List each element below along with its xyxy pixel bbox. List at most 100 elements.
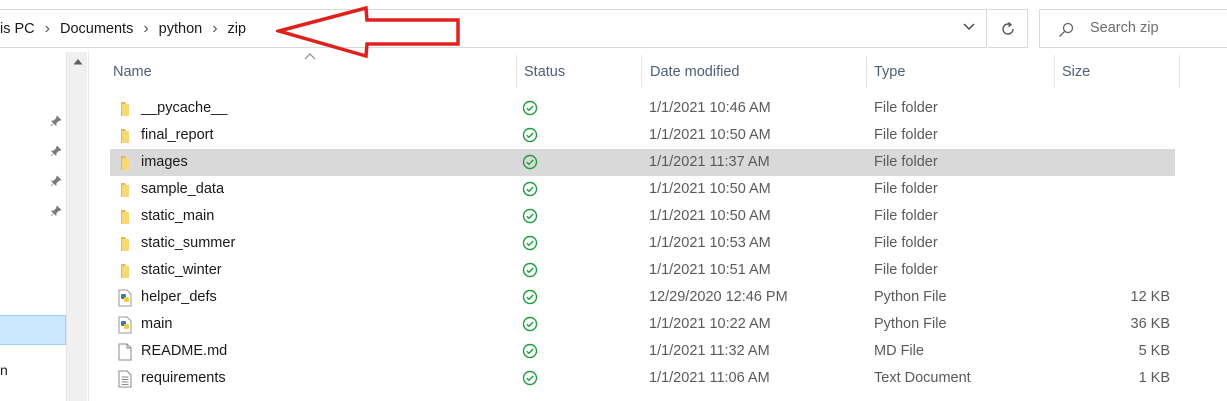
file-size	[1060, 176, 1170, 203]
column-header-date-modified[interactable]: Date modified	[650, 55, 860, 88]
file-size: 1 KB	[1138, 370, 1170, 386]
breadcrumb-this-pc[interactable]: is PC	[0, 21, 39, 37]
file-name: helper_defs	[141, 289, 217, 305]
sync-status-check-icon	[522, 127, 538, 143]
column-header-type[interactable]: Type	[874, 55, 1049, 88]
file-date-modified: 1/1/2021 10:50 AM	[649, 208, 771, 224]
file-type: File folder	[874, 262, 938, 278]
breadcrumb-documents[interactable]: Documents	[56, 21, 137, 37]
nav-scrollbar[interactable]	[66, 52, 87, 401]
pin-icon[interactable]	[50, 175, 62, 187]
file-name: README.md	[141, 343, 228, 359]
file-row[interactable]: __pycache__ 1/1/2021 10:46 AM File folder	[110, 95, 1175, 122]
file-date-modified: 1/1/2021 11:37 AM	[649, 154, 770, 170]
breadcrumb-chevron-icon[interactable]: ›	[39, 20, 56, 38]
file-name: __pycache__	[141, 100, 228, 116]
sync-status-check-icon	[522, 370, 538, 386]
file-date-modified: 1/1/2021 10:46 AM	[649, 100, 771, 116]
file-date-modified: 1/1/2021 10:50 AM	[649, 127, 771, 143]
file-row[interactable]: images 1/1/2021 11:37 AM File folder	[110, 149, 1175, 176]
file-row[interactable]: static_main 1/1/2021 10:50 AM File folder	[110, 203, 1175, 230]
sync-status-check-icon	[522, 100, 538, 116]
sync-status-check-icon	[522, 154, 538, 170]
file-row[interactable]: sample_data 1/1/2021 10:50 AM File folder	[110, 176, 1175, 203]
search-box[interactable]: Search zip	[1039, 9, 1227, 48]
file-type: Text Document	[874, 370, 971, 386]
file-date-modified: 1/1/2021 10:53 AM	[649, 235, 771, 251]
window-top-edge	[0, 0, 1227, 6]
breadcrumb: is PC › Documents › python › zip	[0, 10, 250, 47]
column-divider[interactable]	[641, 55, 642, 88]
pin-icon[interactable]	[50, 145, 62, 157]
file-date-modified: 1/1/2021 10:22 AM	[649, 316, 771, 332]
file-row[interactable]: final_report 1/1/2021 10:50 AM File folder	[110, 122, 1175, 149]
file-name: main	[141, 316, 173, 332]
search-icon	[1059, 22, 1074, 37]
breadcrumb-chevron-icon[interactable]: ›	[206, 20, 223, 38]
breadcrumb-python[interactable]: python	[155, 21, 207, 37]
column-divider[interactable]	[866, 55, 867, 88]
file-name: static_main	[141, 208, 215, 224]
column-header-size[interactable]: Size	[1062, 55, 1172, 88]
file-type: File folder	[874, 100, 938, 116]
nav-item-label[interactable]: n	[0, 362, 8, 378]
file-row[interactable]: requirements 1/1/2021 11:06 AM Text Docume…	[110, 365, 1175, 392]
pin-icon[interactable]	[50, 205, 62, 217]
file-size	[1060, 203, 1170, 230]
sync-status-check-icon	[522, 316, 538, 332]
file-name: requirements	[141, 370, 226, 386]
file-size	[1060, 95, 1170, 122]
sync-status-check-icon	[522, 181, 538, 197]
file-size	[1060, 149, 1170, 176]
column-header-status[interactable]: Status	[524, 55, 634, 88]
refresh-button[interactable]	[988, 9, 1028, 48]
file-type: File folder	[874, 235, 938, 251]
search-placeholder: Search zip	[1090, 20, 1159, 36]
file-type: MD File	[874, 343, 924, 359]
file-date-modified: 1/1/2021 10:50 AM	[649, 181, 771, 197]
column-divider[interactable]	[1054, 55, 1055, 88]
file-name: final_report	[141, 127, 214, 143]
file-row[interactable]: static_summer 1/1/2021 10:53 AM File folde…	[110, 230, 1175, 257]
nav-item-selected[interactable]	[0, 315, 66, 345]
file-type: File folder	[874, 208, 938, 224]
file-size: 5 KB	[1138, 343, 1170, 359]
file-date-modified: 1/1/2021 10:51 AM	[649, 262, 771, 278]
breadcrumb-chevron-icon[interactable]: ›	[137, 20, 154, 38]
address-bar[interactable]: is PC › Documents › python › zip	[0, 9, 987, 48]
sync-status-check-icon	[522, 343, 538, 359]
file-row[interactable]: helper_defs 12/29/2020 12:46 PM Python Fil…	[110, 284, 1175, 311]
file-date-modified: 1/1/2021 11:06 AM	[649, 370, 770, 386]
sync-status-check-icon	[522, 262, 538, 278]
file-row[interactable]: static_winter 1/1/2021 10:51 AM File folde…	[110, 257, 1175, 284]
sync-status-check-icon	[522, 208, 538, 224]
breadcrumb-zip[interactable]: zip	[224, 21, 251, 37]
sync-status-check-icon	[522, 289, 538, 305]
column-header-name[interactable]: Name	[113, 55, 515, 88]
sync-status-check-icon	[522, 235, 538, 251]
file-size	[1060, 257, 1170, 284]
file-type: File folder	[874, 181, 938, 197]
file-row[interactable]: README.md 1/1/2021 11:32 AM MD File 5 KB	[110, 338, 1175, 365]
column-divider[interactable]	[516, 55, 517, 88]
file-date-modified: 12/29/2020 12:46 PM	[649, 289, 788, 305]
file-name: sample_data	[141, 181, 225, 197]
file-name: static_summer	[141, 235, 236, 251]
navigation-pane: n	[0, 52, 88, 401]
refresh-icon	[1002, 21, 1014, 35]
file-type: Python File	[874, 289, 947, 305]
file-row[interactable]: main 1/1/2021 10:22 AM Python File 36 KB	[110, 311, 1175, 338]
file-name: images	[141, 154, 188, 170]
file-size	[1060, 122, 1170, 149]
file-type: File folder	[874, 154, 938, 170]
column-divider[interactable]	[1179, 55, 1180, 88]
file-type: File folder	[874, 127, 938, 143]
address-history-chevron-down-icon[interactable]	[958, 19, 980, 39]
file-size: 36 KB	[1130, 316, 1171, 332]
file-name: static_winter	[141, 262, 222, 278]
file-date-modified: 1/1/2021 11:32 AM	[649, 343, 770, 359]
scroll-up-arrow-icon[interactable]	[71, 56, 84, 72]
pin-icon[interactable]	[50, 115, 62, 127]
file-size	[1060, 230, 1170, 257]
pane-divider[interactable]	[88, 52, 89, 401]
